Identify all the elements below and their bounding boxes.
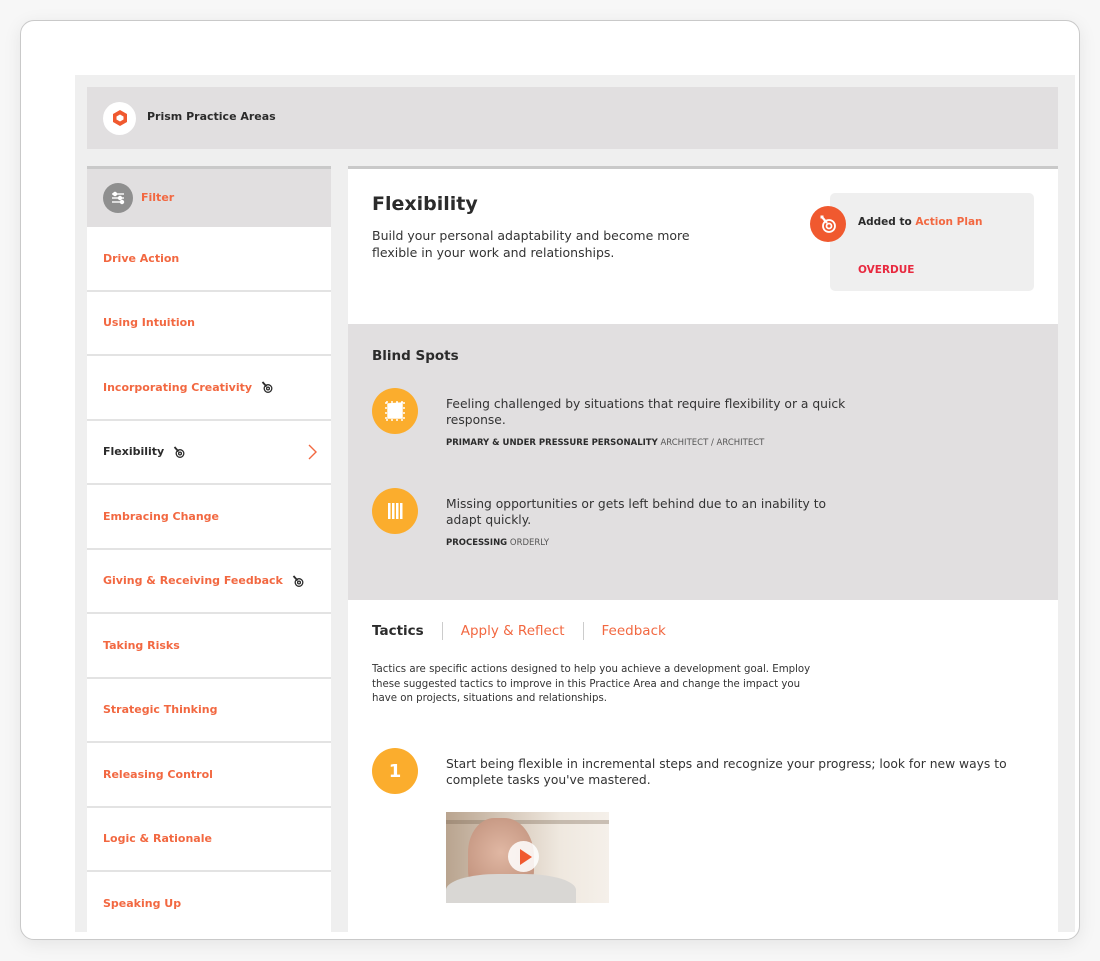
main-panel: Flexibility Build your personal adaptabi… (348, 166, 1058, 932)
blind-spots-section: Blind Spots Feeling challenged by situat… (348, 324, 1058, 600)
page-title: Flexibility (372, 193, 478, 215)
chevron-right-icon (308, 444, 317, 460)
sidebar-item-label: Drive Action (103, 251, 180, 265)
action-plan-prefix: Added to (858, 216, 916, 228)
video-person-shirt (446, 874, 576, 903)
blind-spot-meta: PROCESSING ORDERLY (446, 538, 549, 548)
sidebar-item-label: Strategic Thinking (103, 703, 218, 717)
meta-label: PRIMARY & UNDER PRESSURE PERSONALITY (446, 438, 658, 448)
sidebar-item-label: Releasing Control (103, 767, 213, 781)
target-icon (173, 446, 185, 458)
practice-intro: Flexibility Build your personal adaptabi… (348, 169, 1058, 324)
sidebar-item[interactable]: Taking Risks (87, 614, 331, 679)
sidebar-item-label: Taking Risks (103, 638, 180, 652)
tab-divider (582, 622, 584, 640)
sidebar-item[interactable]: Speaking Up (87, 872, 331, 932)
action-plan-link[interactable]: Action Plan (915, 216, 982, 228)
overdue-status: OVERDUE (858, 264, 915, 276)
square-frame-icon (372, 388, 418, 434)
tab-feedback[interactable]: Feedback (602, 623, 666, 639)
sliders-icon (103, 182, 133, 213)
blind-spot-text: Missing opportunities or gets left behin… (446, 497, 827, 527)
tab-apply-reflect[interactable]: Apply & Reflect (461, 623, 565, 639)
sidebar-item[interactable]: Drive Action (87, 227, 331, 292)
meta-value: ARCHITECT / ARCHITECT (660, 438, 765, 448)
blind-spot-meta: PRIMARY & UNDER PRESSURE PERSONALITY ARC… (446, 438, 764, 448)
tab-divider (441, 622, 443, 640)
tactics-description: Tactics are specific actions designed to… (372, 664, 811, 704)
tab-tactics[interactable]: Tactics (372, 623, 424, 639)
tactic-text: Start being flexible in incremental step… (446, 757, 1007, 787)
sidebar-item-label: Embracing Change (103, 509, 220, 523)
sidebar-item[interactable]: Giving & Receiving Feedback (87, 550, 331, 614)
video-thumbnail[interactable] (446, 812, 609, 903)
sidebar-item[interactable]: Flexibility (87, 421, 331, 485)
content-tabs: Tactics Apply & Reflect Feedback (372, 622, 666, 640)
sidebar-item[interactable]: Logic & Rationale (87, 808, 331, 872)
hexagon-logo-icon (103, 101, 136, 135)
sidebar: Filter Drive Action Using Intuition Incorp… (87, 166, 331, 932)
play-icon[interactable] (508, 841, 539, 872)
header-bar: Prism Practice Areas (87, 87, 1058, 149)
sidebar-item-label: Logic & Rationale (103, 832, 212, 846)
practice-area-list: Drive Action Using Intuition Incorporating… (87, 227, 331, 932)
sidebar-item[interactable]: Embracing Change (87, 485, 331, 550)
sidebar-item-label: Flexibility (103, 445, 165, 459)
target-icon (292, 575, 304, 587)
action-plan-text: Added to Action Plan (858, 216, 983, 228)
page-description: Build your personal adaptability and bec… (372, 228, 690, 260)
header-title: Prism Practice Areas (147, 109, 276, 123)
app-frame: Prism Practice Areas Filter Drive Action… (20, 20, 1080, 940)
sidebar-item[interactable]: Using Intuition (87, 292, 331, 356)
filter-label: Filter (141, 191, 175, 204)
meta-value: ORDERLY (509, 538, 550, 548)
sidebar-item[interactable]: Incorporating Creativity (87, 356, 331, 421)
blind-spots-title: Blind Spots (372, 348, 459, 364)
sidebar-item-label: Giving & Receiving Feedback (103, 574, 283, 588)
sidebar-item[interactable]: Releasing Control (87, 743, 331, 808)
video-backdrop (446, 820, 609, 824)
blind-spot-text: Feeling challenged by situations that re… (446, 397, 846, 427)
meta-label: PROCESSING (446, 538, 508, 548)
sidebar-item-label: Incorporating Creativity (103, 380, 253, 394)
target-icon (261, 381, 273, 394)
action-plan-card: Added to Action Plan OVERDUE (830, 193, 1034, 291)
target-icon (810, 206, 846, 242)
sidebar-item-label: Using Intuition (103, 316, 195, 330)
sidebar-item[interactable]: Strategic Thinking (87, 679, 331, 743)
filter-button[interactable]: Filter (87, 169, 331, 227)
tactic-number: 1 (372, 748, 418, 794)
columns-grid-icon (372, 488, 418, 534)
app-canvas: Prism Practice Areas Filter Drive Action… (75, 75, 1075, 932)
sidebar-item-label: Speaking Up (103, 896, 182, 910)
